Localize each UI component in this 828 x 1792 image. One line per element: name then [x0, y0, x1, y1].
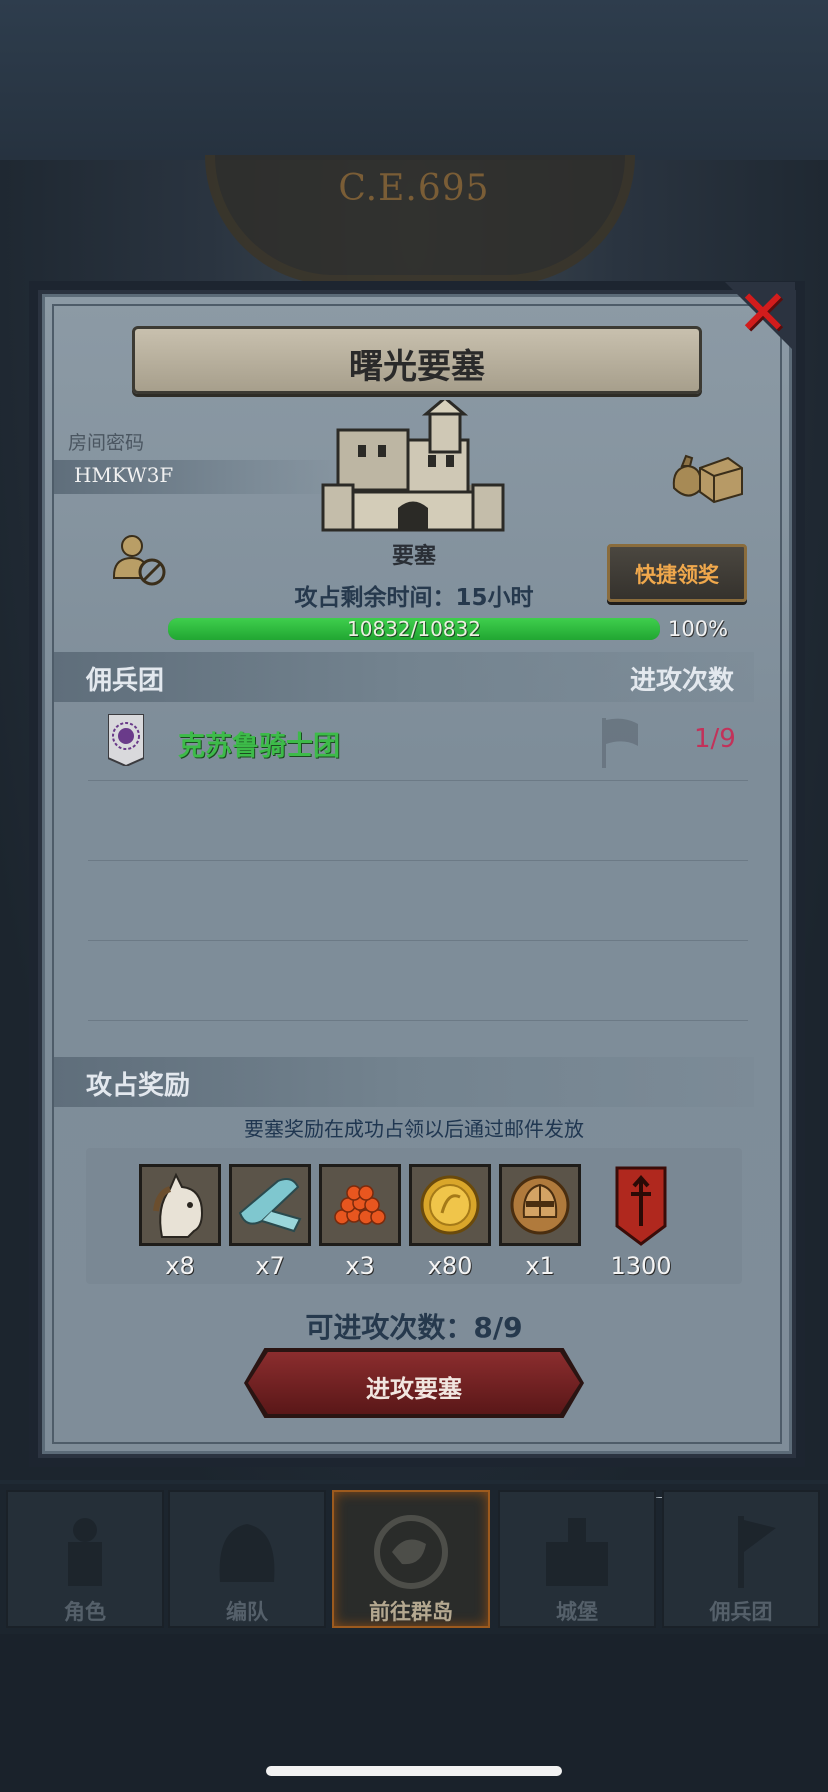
nav-label: 角色 [64, 1600, 106, 1624]
reward-item[interactable] [319, 1164, 401, 1246]
nav-label: 编队 [226, 1600, 268, 1624]
reward-count: x1 [525, 1252, 555, 1280]
nav-item-character[interactable]: 角色 [6, 1490, 164, 1628]
red-banner-icon [615, 1166, 667, 1246]
row-divider [88, 860, 748, 861]
cloth-roll-icon [232, 1167, 308, 1243]
nav-label: 前往群岛 [369, 1600, 453, 1624]
nav-label: 城堡 [556, 1600, 598, 1624]
fortress-icon [321, 400, 505, 532]
guild-name[interactable]: 克苏鲁骑士团 [178, 724, 340, 763]
reward-count: x8 [165, 1252, 195, 1280]
room-code-label: 房间密码 [68, 432, 145, 454]
reward-item[interactable] [139, 1164, 221, 1246]
nav-item-islands[interactable]: 前往群岛 [332, 1490, 490, 1628]
row-divider [88, 780, 748, 781]
attack-count-column-header: 进攻次数 [630, 666, 735, 696]
gold-coin-icon [412, 1167, 488, 1243]
banner-icon [738, 1516, 776, 1588]
progress-value: 10832/10832 [347, 617, 481, 641]
reward-count: x80 [427, 1252, 473, 1280]
nav-label: 佣兵团 [709, 1600, 773, 1624]
guild-attack-count: 1/9 [694, 724, 736, 754]
reward-item[interactable] [229, 1164, 311, 1246]
room-code-value: HMKW3F [74, 463, 174, 487]
mercenary-section-title: 佣兵团 [86, 666, 165, 696]
row-divider [88, 1020, 748, 1021]
top-backdrop [0, 0, 828, 160]
reward-item[interactable] [600, 1164, 682, 1246]
orange-berries-icon [322, 1167, 398, 1243]
horse-icon [142, 1167, 218, 1243]
nav-item-mercenary[interactable]: 佣兵团 [662, 1490, 820, 1628]
loot-crate-icon[interactable] [670, 448, 744, 504]
reward-section-title: 攻占奖励 [86, 1071, 191, 1101]
attacks-remaining: 可进攻次数：8/9 [305, 1311, 523, 1344]
knight-helmet-icon [502, 1167, 578, 1243]
home-indicator[interactable] [266, 1766, 562, 1776]
helmet-icon [219, 1524, 275, 1582]
reward-count: x7 [255, 1252, 285, 1280]
dialog-title: 曙光要塞 [349, 347, 485, 387]
reward-item[interactable] [409, 1164, 491, 1246]
compass-icon [374, 1515, 448, 1589]
attack-fortress-label: 进攻要塞 [366, 1375, 462, 1403]
row-divider [88, 940, 748, 941]
guild-emblem-icon [108, 714, 144, 766]
era-label: C.E.695 [338, 168, 490, 209]
close-icon[interactable]: ✕ [733, 282, 793, 344]
knight-figure-icon [68, 1518, 102, 1586]
reward-item[interactable] [499, 1164, 581, 1246]
nav-item-castle[interactable]: 城堡 [498, 1490, 656, 1628]
nav-item-formation[interactable]: 编队 [168, 1490, 326, 1628]
castle-icon [546, 1518, 608, 1586]
flag-icon [602, 718, 638, 768]
reward-note: 要塞奖励在成功占领以后通过邮件发放 [244, 1117, 584, 1141]
progress-percent: 100% [668, 617, 729, 641]
reward-count: 1300 [610, 1252, 672, 1280]
time-remaining: 攻占剩余时间：15小时 [294, 585, 534, 611]
title-banner: 曙光要塞 [132, 326, 702, 394]
reward-count: x3 [345, 1252, 375, 1280]
